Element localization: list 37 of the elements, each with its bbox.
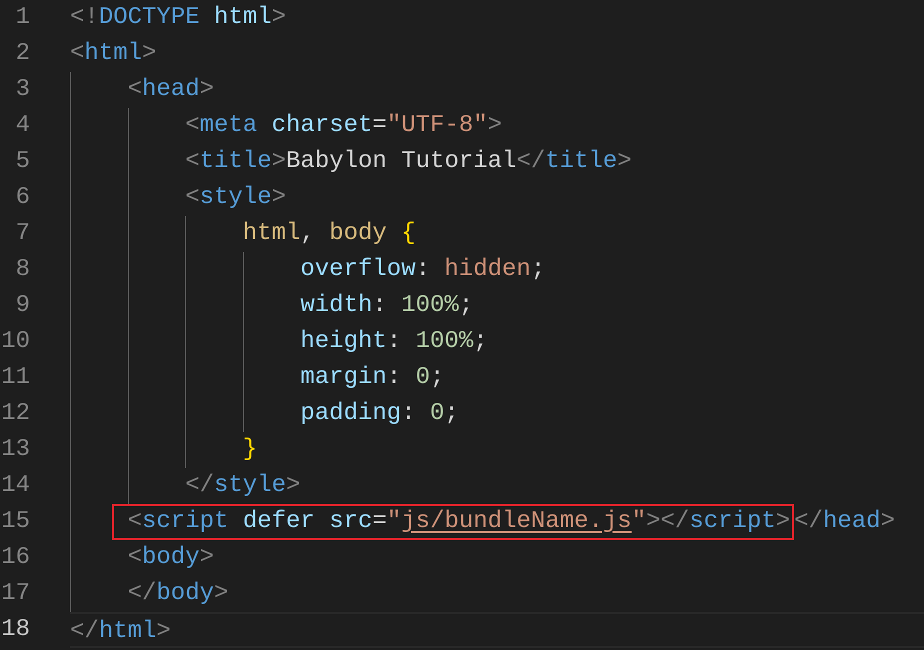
code-line: width: 100%; xyxy=(300,291,474,321)
line-number: 16 xyxy=(0,543,30,573)
line-number: 17 xyxy=(0,579,30,609)
line-number: 3 xyxy=(14,75,30,105)
line-number: 15 xyxy=(0,507,30,537)
line-number: 11 xyxy=(0,363,30,393)
line-number: 7 xyxy=(14,219,30,249)
code-line: </body> xyxy=(128,579,228,609)
line-number: 2 xyxy=(14,39,30,69)
code-line: <meta charset="UTF-8"> xyxy=(185,111,502,141)
line-number: 10 xyxy=(0,327,30,357)
highlight-box: <script defer src="js/bundleName.js"></script> xyxy=(112,504,794,540)
code-line: <body> xyxy=(128,543,214,573)
line-number: 6 xyxy=(14,183,30,213)
code-line: </head> xyxy=(794,507,895,537)
code-line: margin: 0; xyxy=(300,363,444,393)
code-line: overflow: hidden; xyxy=(300,255,546,285)
line-number: 4 xyxy=(14,111,30,141)
line-number: 8 xyxy=(14,255,30,285)
code-line: height: 100%; xyxy=(300,327,488,357)
code-line: </html> xyxy=(70,617,171,647)
code-line: <style> xyxy=(185,183,286,213)
code-line: } xyxy=(242,435,258,465)
code-line: padding: 0; xyxy=(300,399,459,429)
code-line: <!DOCTYPE html> xyxy=(70,3,286,33)
line-number: 18 xyxy=(0,615,30,645)
line-number: 1 xyxy=(14,3,30,33)
line-number: 9 xyxy=(14,291,30,321)
line-number: 12 xyxy=(0,399,30,429)
code-line: <html> xyxy=(70,39,156,69)
code-line: <title>Babylon Tutorial</title> xyxy=(185,147,632,177)
code-line: </style> xyxy=(185,471,300,501)
code-line: <head> xyxy=(128,75,214,105)
line-number: 13 xyxy=(0,435,30,465)
line-number: 5 xyxy=(14,147,30,177)
code-line: html, body { xyxy=(242,219,416,249)
line-number: 14 xyxy=(0,471,30,501)
